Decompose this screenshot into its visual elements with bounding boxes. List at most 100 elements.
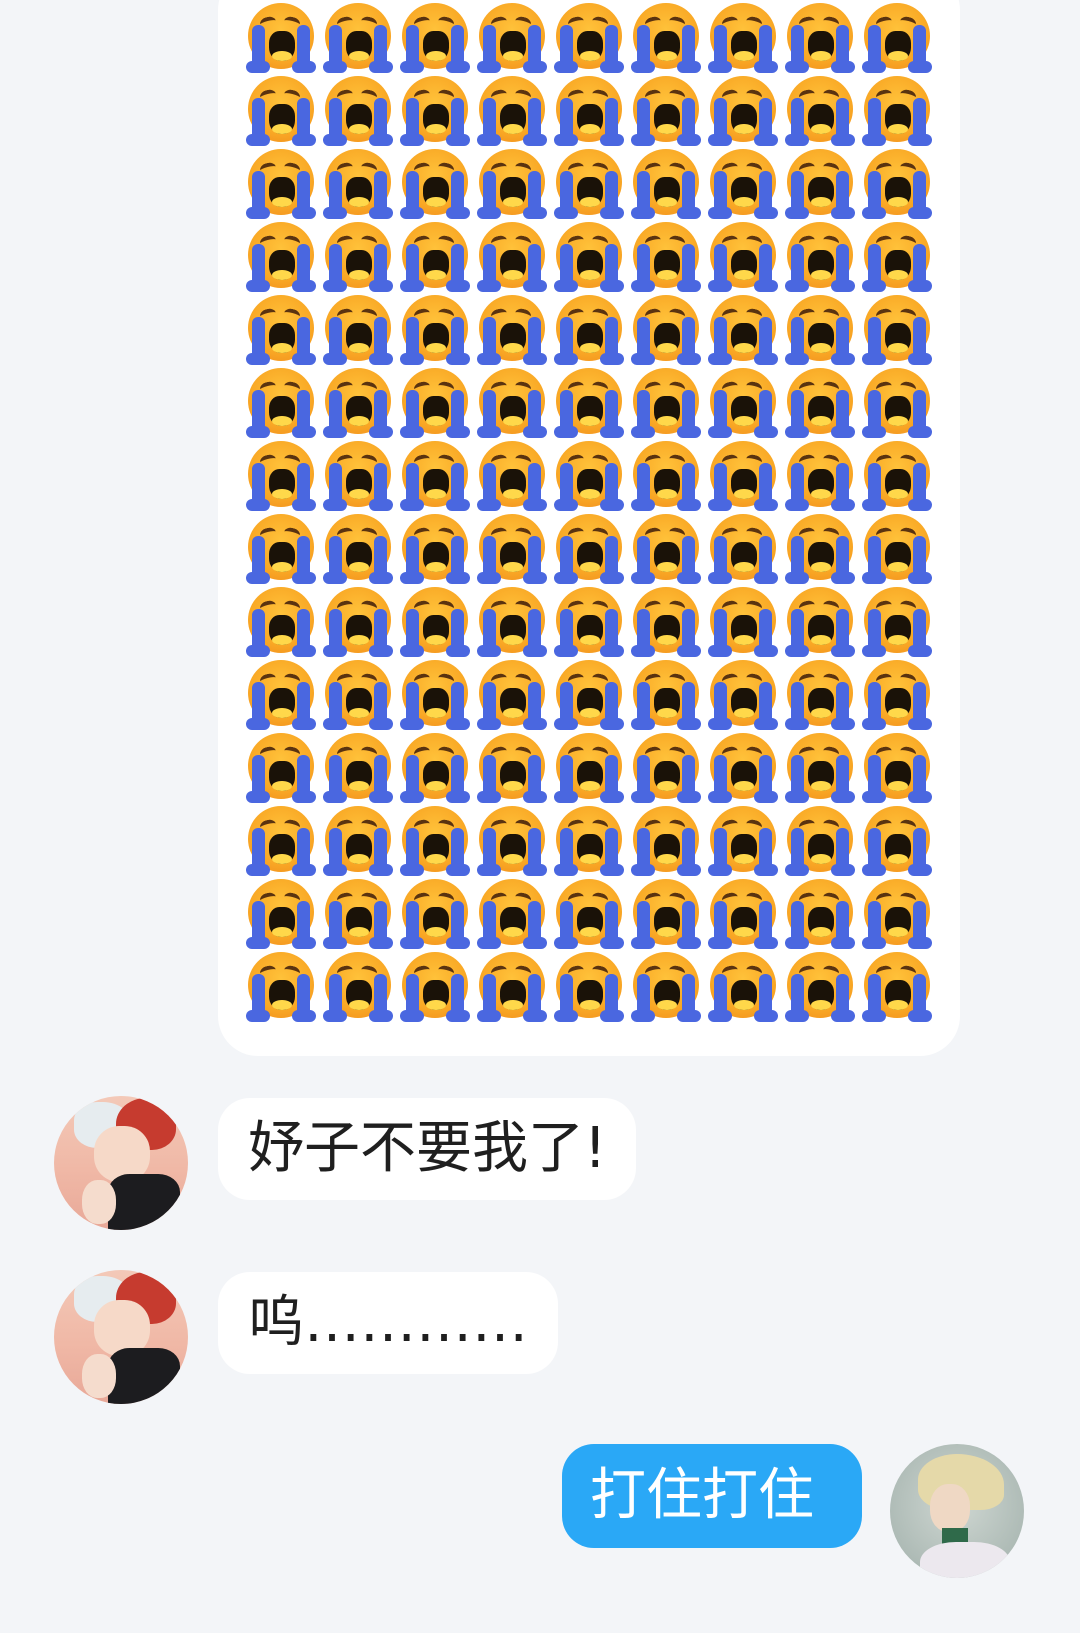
loudly-crying-face-icon — [246, 295, 316, 365]
loudly-crying-face-icon — [631, 733, 701, 803]
loudly-crying-face-icon — [477, 441, 547, 511]
loudly-crying-face-icon — [785, 806, 855, 876]
loudly-crying-face-icon — [708, 587, 778, 657]
loudly-crying-face-icon — [708, 149, 778, 219]
loudly-crying-face-icon — [323, 441, 393, 511]
emoji-message-bubble[interactable] — [218, 0, 960, 1056]
loudly-crying-face-icon — [400, 295, 470, 365]
loudly-crying-face-icon — [785, 149, 855, 219]
loudly-crying-face-icon — [554, 587, 624, 657]
loudly-crying-face-icon — [862, 295, 932, 365]
loudly-crying-face-icon — [862, 149, 932, 219]
loudly-crying-face-icon — [785, 295, 855, 365]
loudly-crying-face-icon — [862, 441, 932, 511]
loudly-crying-face-icon — [785, 514, 855, 584]
message-text: 打住打住 — [590, 1463, 814, 1528]
loudly-crying-face-icon — [862, 660, 932, 730]
loudly-crying-face-icon — [400, 441, 470, 511]
loudly-crying-face-icon — [400, 660, 470, 730]
loudly-crying-face-icon — [323, 76, 393, 146]
loudly-crying-face-icon — [246, 3, 316, 73]
contact-avatar[interactable] — [54, 1270, 188, 1404]
loudly-crying-face-icon — [246, 660, 316, 730]
loudly-crying-face-icon — [708, 952, 778, 1022]
loudly-crying-face-icon — [477, 952, 547, 1022]
loudly-crying-face-icon — [477, 879, 547, 949]
loudly-crying-face-icon — [323, 222, 393, 292]
message-text: 妤子不要我了! — [248, 1116, 607, 1181]
loudly-crying-face-icon — [246, 368, 316, 438]
emoji-grid — [246, 0, 939, 1025]
loudly-crying-face-icon — [246, 952, 316, 1022]
outgoing-message-bubble[interactable]: 打住打住 — [562, 1444, 862, 1548]
loudly-crying-face-icon — [246, 222, 316, 292]
loudly-crying-face-icon — [785, 660, 855, 730]
loudly-crying-face-icon — [400, 587, 470, 657]
loudly-crying-face-icon — [400, 733, 470, 803]
loudly-crying-face-icon — [708, 660, 778, 730]
loudly-crying-face-icon — [400, 879, 470, 949]
loudly-crying-face-icon — [323, 368, 393, 438]
loudly-crying-face-icon — [554, 806, 624, 876]
loudly-crying-face-icon — [554, 368, 624, 438]
loudly-crying-face-icon — [631, 952, 701, 1022]
loudly-crying-face-icon — [631, 660, 701, 730]
loudly-crying-face-icon — [631, 441, 701, 511]
loudly-crying-face-icon — [400, 222, 470, 292]
loudly-crying-face-icon — [246, 733, 316, 803]
contact-avatar[interactable] — [54, 1096, 188, 1230]
loudly-crying-face-icon — [631, 222, 701, 292]
incoming-message-bubble[interactable]: 呜………… — [218, 1272, 558, 1374]
loudly-crying-face-icon — [862, 806, 932, 876]
loudly-crying-face-icon — [323, 806, 393, 876]
loudly-crying-face-icon — [477, 660, 547, 730]
loudly-crying-face-icon — [862, 879, 932, 949]
loudly-crying-face-icon — [477, 295, 547, 365]
chat-thread[interactable]: 妤子不要我了! 呜………… 打住打住 — [0, 0, 1080, 1633]
loudly-crying-face-icon — [862, 76, 932, 146]
loudly-crying-face-icon — [554, 295, 624, 365]
loudly-crying-face-icon — [785, 222, 855, 292]
loudly-crying-face-icon — [477, 587, 547, 657]
loudly-crying-face-icon — [323, 879, 393, 949]
loudly-crying-face-icon — [785, 3, 855, 73]
loudly-crying-face-icon — [785, 733, 855, 803]
loudly-crying-face-icon — [246, 149, 316, 219]
my-avatar[interactable] — [890, 1444, 1024, 1578]
loudly-crying-face-icon — [785, 368, 855, 438]
loudly-crying-face-icon — [323, 660, 393, 730]
loudly-crying-face-icon — [785, 76, 855, 146]
loudly-crying-face-icon — [631, 879, 701, 949]
loudly-crying-face-icon — [708, 295, 778, 365]
loudly-crying-face-icon — [862, 587, 932, 657]
loudly-crying-face-icon — [708, 806, 778, 876]
loudly-crying-face-icon — [400, 76, 470, 146]
loudly-crying-face-icon — [631, 3, 701, 73]
loudly-crying-face-icon — [631, 514, 701, 584]
loudly-crying-face-icon — [400, 806, 470, 876]
loudly-crying-face-icon — [477, 3, 547, 73]
loudly-crying-face-icon — [554, 222, 624, 292]
loudly-crying-face-icon — [246, 806, 316, 876]
loudly-crying-face-icon — [323, 587, 393, 657]
loudly-crying-face-icon — [554, 879, 624, 949]
loudly-crying-face-icon — [477, 733, 547, 803]
loudly-crying-face-icon — [323, 295, 393, 365]
loudly-crying-face-icon — [631, 295, 701, 365]
loudly-crying-face-icon — [862, 952, 932, 1022]
loudly-crying-face-icon — [554, 733, 624, 803]
loudly-crying-face-icon — [477, 514, 547, 584]
loudly-crying-face-icon — [554, 514, 624, 584]
loudly-crying-face-icon — [246, 514, 316, 584]
loudly-crying-face-icon — [323, 3, 393, 73]
loudly-crying-face-icon — [477, 806, 547, 876]
loudly-crying-face-icon — [400, 514, 470, 584]
incoming-message-bubble[interactable]: 妤子不要我了! — [218, 1098, 637, 1200]
loudly-crying-face-icon — [554, 441, 624, 511]
loudly-crying-face-icon — [862, 514, 932, 584]
loudly-crying-face-icon — [862, 368, 932, 438]
loudly-crying-face-icon — [400, 368, 470, 438]
loudly-crying-face-icon — [708, 368, 778, 438]
loudly-crying-face-icon — [400, 3, 470, 73]
loudly-crying-face-icon — [708, 76, 778, 146]
